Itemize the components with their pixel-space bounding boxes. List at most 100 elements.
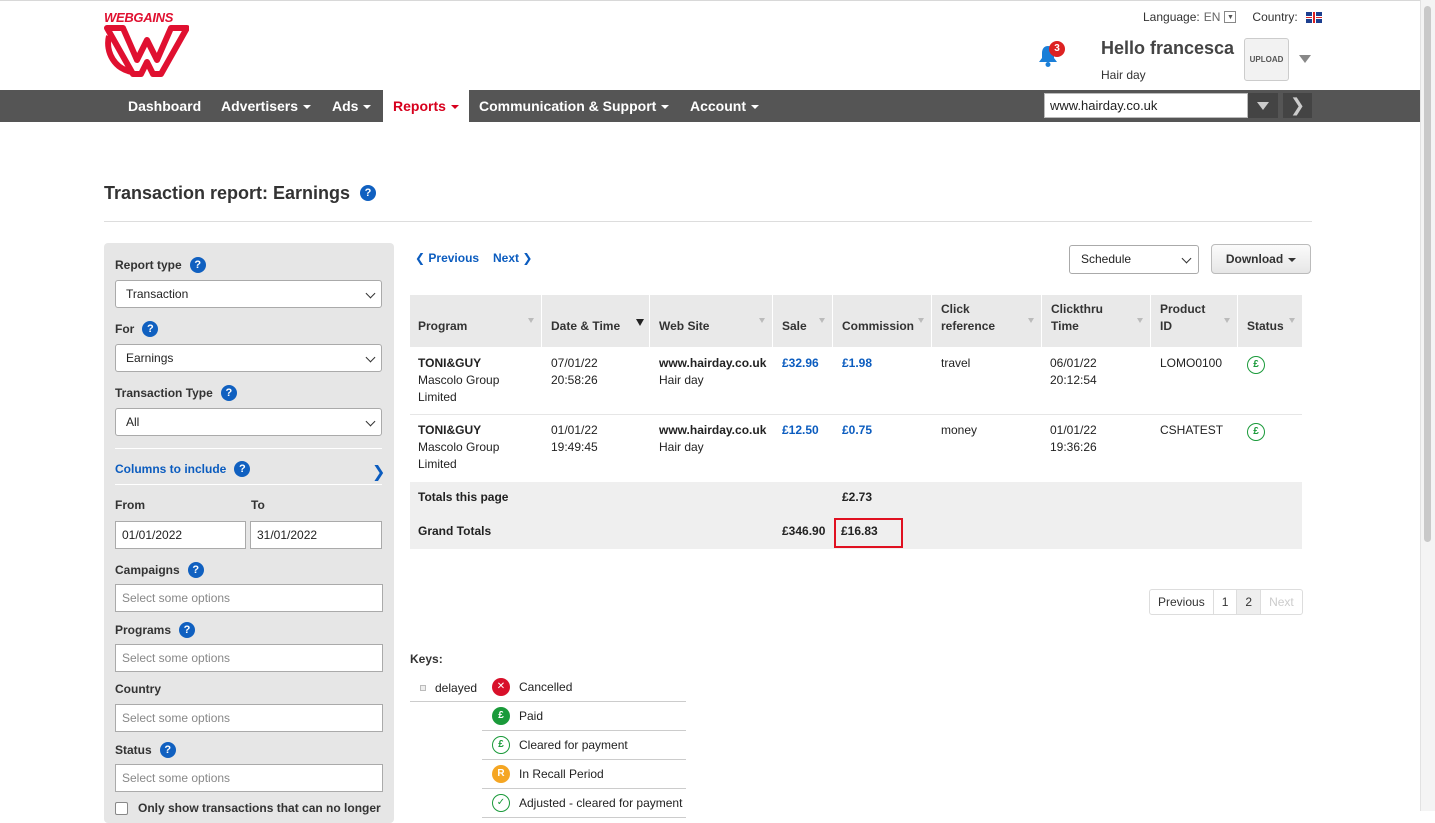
no-longer-checkbox[interactable] xyxy=(115,802,128,815)
status-input[interactable]: Select some options xyxy=(115,764,383,792)
cancelled-icon: ✕ xyxy=(492,678,510,696)
account-name: Hair day xyxy=(1101,68,1146,82)
clickthru-date: 01/01/22 xyxy=(1050,423,1097,437)
chevron-right-icon[interactable]: ❯ xyxy=(372,462,385,482)
key-cleared: £ Cleared for payment xyxy=(482,731,686,760)
key-label: Cleared for payment xyxy=(519,738,628,752)
key-label: Cancelled xyxy=(519,680,573,694)
clickthru-time: 19:36:26 xyxy=(1050,440,1097,454)
for-label: For? xyxy=(115,321,159,337)
help-icon[interactable]: ? xyxy=(189,257,206,273)
caret-down-icon xyxy=(1288,257,1297,262)
key-recall: R In Recall Period xyxy=(482,760,686,789)
sale-amount[interactable]: £12.50 xyxy=(782,422,819,439)
website-dropdown-button[interactable] xyxy=(1248,93,1278,118)
download-button[interactable]: Download xyxy=(1211,244,1311,274)
column-header-program[interactable]: Program xyxy=(410,295,542,347)
language-value[interactable]: EN xyxy=(1204,10,1221,24)
to-date-input[interactable]: 31/01/2022 xyxy=(250,521,382,549)
program-company: Mascolo Group Limited xyxy=(418,440,500,471)
help-icon[interactable]: ? xyxy=(179,622,196,638)
key-label: delayed xyxy=(435,681,478,695)
column-header-date-time[interactable]: Date & Time xyxy=(543,295,650,347)
help-icon[interactable]: ? xyxy=(234,461,251,477)
divider xyxy=(104,221,1312,222)
campaigns-label: Campaigns? xyxy=(115,562,204,578)
pagination: Previous 1 2 Next xyxy=(1149,589,1303,615)
website-go-button[interactable]: ❯ xyxy=(1283,93,1312,118)
commission-amount[interactable]: £0.75 xyxy=(842,422,872,439)
column-header-product-id[interactable]: Product ID xyxy=(1152,295,1238,347)
pagination-page-1[interactable]: 1 xyxy=(1214,590,1238,614)
nav-ads[interactable]: Ads xyxy=(322,90,381,122)
recall-icon: R xyxy=(492,765,510,783)
help-icon[interactable]: ? xyxy=(187,562,204,578)
pagination-page-2[interactable]: 2 xyxy=(1237,590,1262,614)
help-icon[interactable]: ? xyxy=(220,385,237,401)
divider xyxy=(410,414,1302,415)
transaction-date: 07/01/22 xyxy=(551,356,598,370)
checkbox-label: Only show transactions that can no longe… xyxy=(138,801,381,815)
transaction-time: 20:58:26 xyxy=(551,373,598,387)
previous-link[interactable]: ❮ Previous xyxy=(415,251,479,265)
nav-communication-support[interactable]: Communication & Support xyxy=(469,90,679,122)
next-link[interactable]: Next ❯ xyxy=(493,251,532,265)
avatar[interactable]: UPLOAD xyxy=(1244,38,1289,81)
key-label: In Recall Period xyxy=(519,767,604,781)
chevron-down-icon xyxy=(365,288,376,299)
account-menu-chevron-icon[interactable] xyxy=(1299,55,1311,63)
language-dropdown-icon[interactable]: ▼ xyxy=(1224,11,1237,23)
program-name[interactable]: TONI&GUY xyxy=(418,355,481,372)
chevron-down-icon xyxy=(365,352,376,363)
column-header-sale[interactable]: Sale xyxy=(774,295,833,347)
sort-icon xyxy=(1137,318,1143,323)
help-icon[interactable]: ? xyxy=(159,742,176,758)
caret-down-icon xyxy=(661,105,670,110)
greeting: Hello francesca xyxy=(1101,38,1235,58)
schedule-select[interactable]: Schedule xyxy=(1069,245,1199,274)
for-select[interactable]: Earnings xyxy=(115,344,382,372)
click-reference: travel xyxy=(941,356,971,370)
help-icon[interactable]: ? xyxy=(142,321,159,337)
product-id: LOMO0100 xyxy=(1160,356,1223,370)
column-header-clickthru-time[interactable]: Clickthru Time xyxy=(1043,295,1151,347)
key-paid: £ Paid xyxy=(482,702,686,731)
triangle-down-icon xyxy=(1257,101,1269,110)
transaction-type-select[interactable]: All xyxy=(115,408,382,436)
column-header-commission[interactable]: Commission xyxy=(834,295,932,347)
scrollbar-thumb[interactable] xyxy=(1424,6,1431,542)
paid-icon: £ xyxy=(492,707,510,725)
sale-amount[interactable]: £32.96 xyxy=(782,355,819,372)
help-icon[interactable]: ? xyxy=(360,185,376,201)
top-border xyxy=(0,0,1420,1)
web-site: www.hairday.co.uk xyxy=(659,356,767,370)
transaction-date: 01/01/22 xyxy=(551,423,598,437)
key-cancelled: ✕ Cancelled xyxy=(482,673,686,702)
totals-this-page-commission: £2.73 xyxy=(842,490,873,504)
campaigns-input[interactable]: Select some options xyxy=(115,584,383,612)
nav-advertisers[interactable]: Advertisers xyxy=(211,90,321,122)
nav-reports[interactable]: Reports xyxy=(383,90,469,122)
website-selector-input[interactable]: www.hairday.co.uk xyxy=(1044,93,1248,118)
web-site: www.hairday.co.uk xyxy=(659,423,767,437)
keys-title: Keys: xyxy=(410,652,443,666)
uk-flag-icon[interactable] xyxy=(1305,11,1322,23)
nav-account[interactable]: Account xyxy=(680,90,769,122)
column-header-web-site[interactable]: Web Site xyxy=(651,295,773,347)
country-input[interactable]: Select some options xyxy=(115,704,383,732)
report-type-select[interactable]: Transaction xyxy=(115,280,382,308)
program-name[interactable]: TONI&GUY xyxy=(418,422,481,439)
nav-dashboard[interactable]: Dashboard xyxy=(118,90,211,122)
locale-selector: Language: EN ▼ Country: xyxy=(1143,10,1322,24)
chevron-down-icon xyxy=(1181,253,1192,264)
from-date-input[interactable]: 01/01/2022 xyxy=(115,521,246,549)
columns-to-include-link[interactable]: Columns to include? xyxy=(115,461,251,477)
key-label: Adjusted - cleared for payment xyxy=(519,796,683,810)
programs-input[interactable]: Select some options xyxy=(115,644,383,672)
language-label: Language: xyxy=(1143,10,1200,24)
column-header-click-reference[interactable]: Click reference xyxy=(933,295,1042,347)
pagination-previous[interactable]: Previous xyxy=(1150,590,1214,614)
avatar-text: UPLOAD xyxy=(1249,55,1284,64)
column-header-status[interactable]: Status xyxy=(1239,295,1302,347)
commission-amount[interactable]: £1.98 xyxy=(842,355,872,372)
